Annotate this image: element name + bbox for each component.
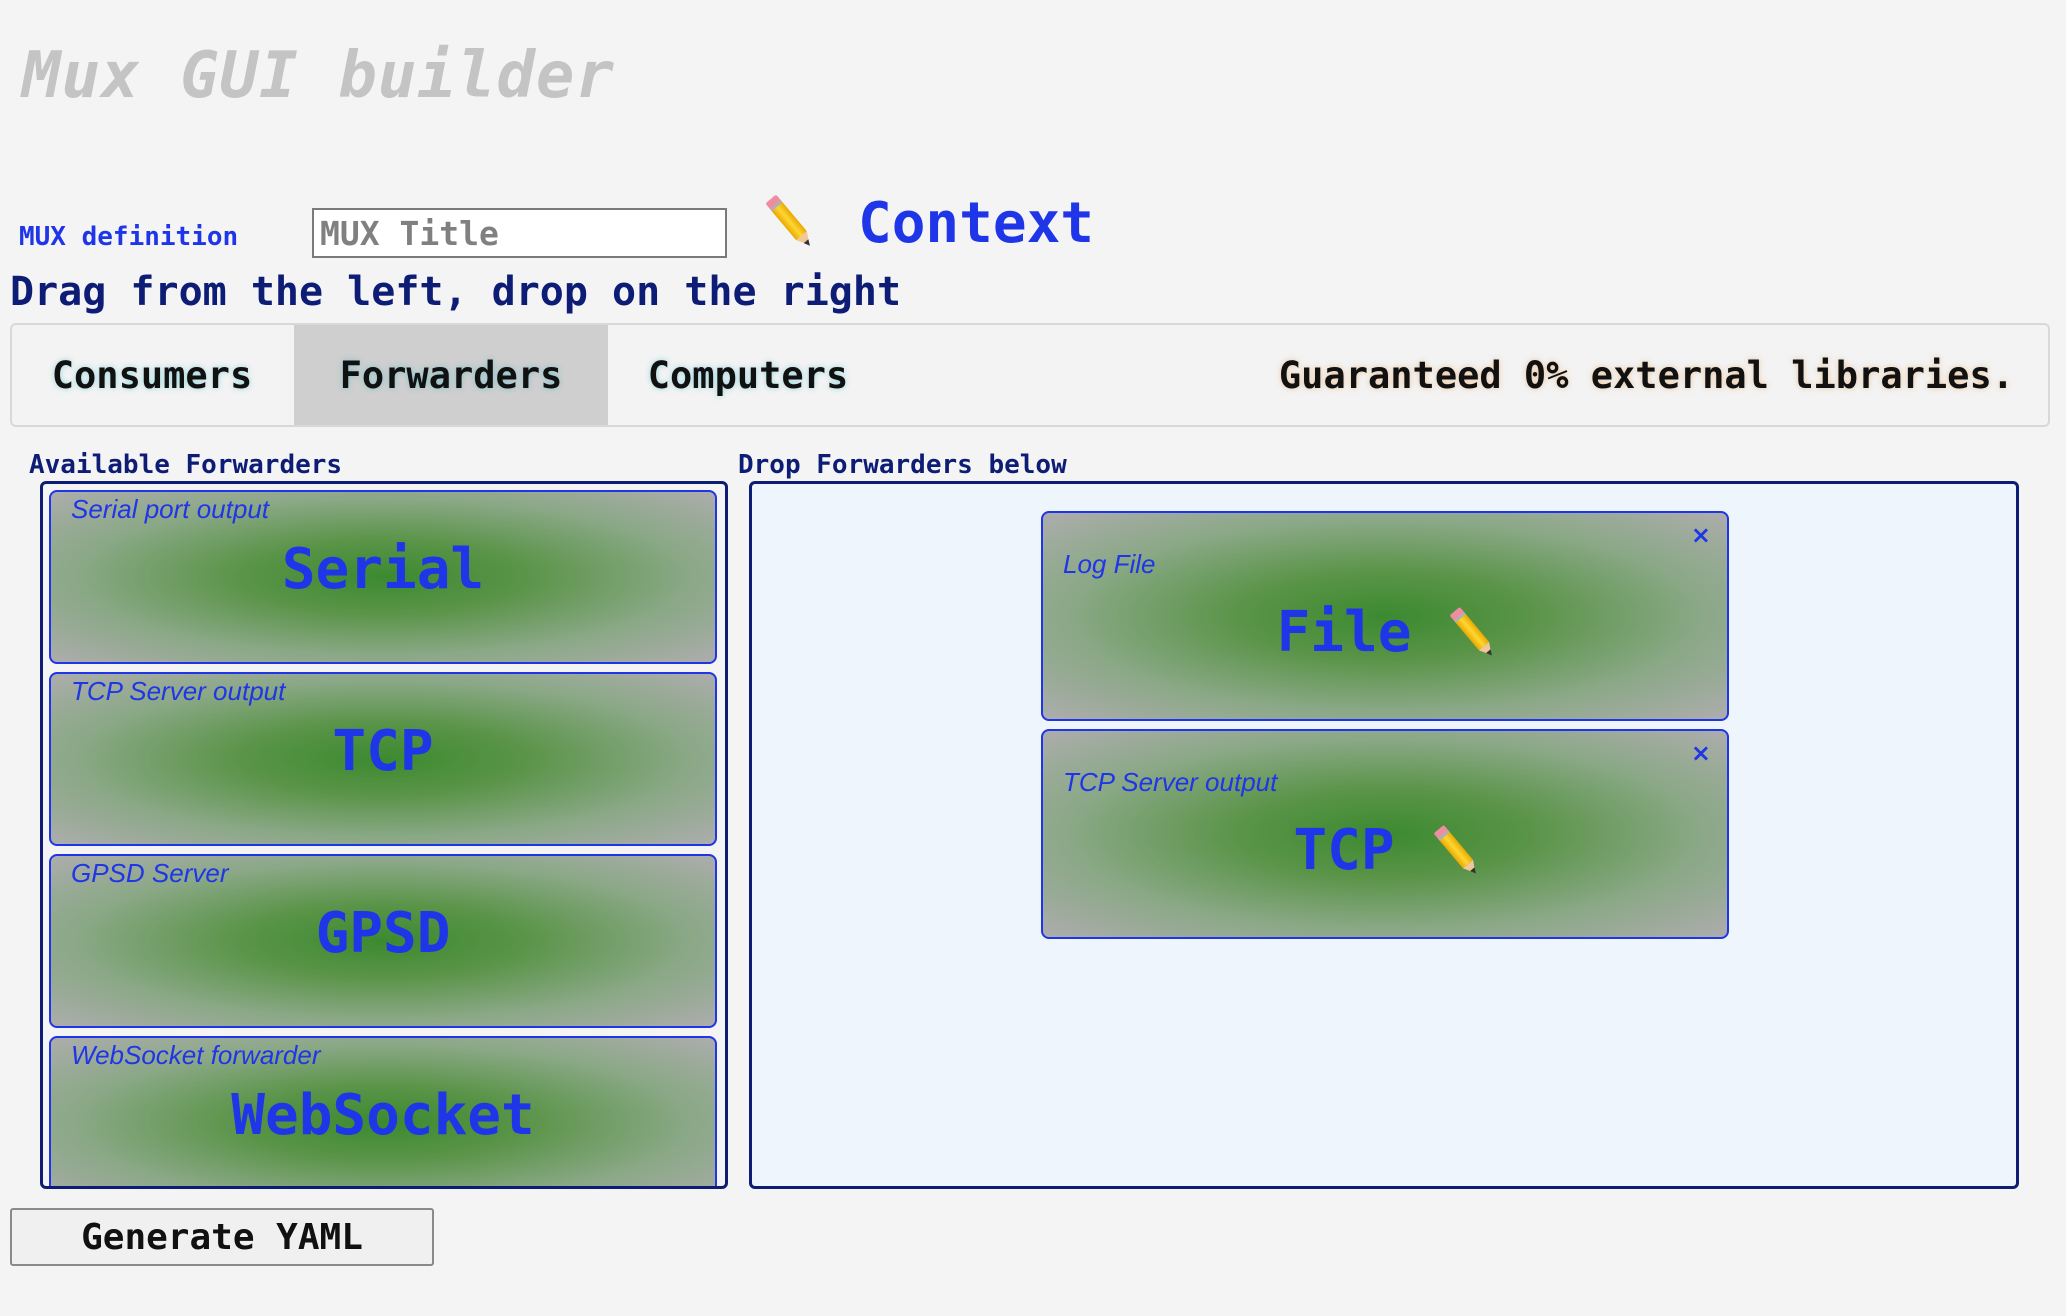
forwarder-card-websocket[interactable]: WebSocket forwarder WebSocket: [49, 1036, 717, 1186]
card-subtitle: WebSocket forwarder: [71, 1040, 321, 1070]
drop-forwarders-panel[interactable]: × Log File File × TCP Server output TCP: [749, 481, 2019, 1189]
dropped-card-file[interactable]: × Log File File: [1041, 511, 1729, 721]
context-link[interactable]: Context: [858, 196, 1094, 252]
card-subtitle: GPSD Server: [71, 858, 229, 888]
app-root: Mux GUI builder MUX definition Context D…: [0, 0, 2066, 1316]
card-subtitle: TCP Server output: [71, 676, 286, 706]
available-forwarders-panel[interactable]: Serial port output Serial TCP Server out…: [40, 481, 728, 1189]
card-name: WebSocket: [231, 1083, 535, 1148]
tab-bar: Consumers Forwarders Computers Guarantee…: [10, 323, 2050, 427]
close-icon[interactable]: ×: [1691, 739, 1711, 767]
mux-title-input[interactable]: [312, 208, 727, 258]
instructions-heading: Drag from the left, drop on the right: [10, 269, 902, 315]
card-subtitle: Serial port output: [71, 494, 270, 524]
close-icon[interactable]: ×: [1691, 521, 1711, 549]
card-subtitle: Log File: [1063, 549, 1156, 579]
pencil-icon[interactable]: [1424, 817, 1490, 885]
card-name: GPSD: [315, 901, 451, 966]
available-forwarders-label: Available Forwarders: [29, 450, 343, 480]
forwarder-card-tcp[interactable]: TCP Server output TCP: [49, 672, 717, 846]
tab-consumers[interactable]: Consumers: [12, 325, 292, 425]
generate-yaml-button[interactable]: Generate YAML: [10, 1208, 434, 1266]
mux-definition-label: MUX definition: [19, 222, 239, 252]
dropped-card-tcp[interactable]: × TCP Server output TCP: [1041, 729, 1729, 939]
pencil-icon[interactable]: [755, 186, 824, 258]
tagline: Guaranteed 0% external libraries.: [1278, 353, 2014, 397]
card-name: TCP: [332, 719, 434, 784]
tab-forwarders[interactable]: Forwarders: [294, 325, 608, 425]
card-name: TCP: [1293, 818, 1395, 883]
app-title: Mux GUI builder: [22, 39, 615, 113]
card-subtitle: TCP Server output: [1063, 767, 1278, 797]
forwarder-card-gpsd[interactable]: GPSD Server GPSD: [49, 854, 717, 1028]
forwarder-card-serial[interactable]: Serial port output Serial: [49, 490, 717, 664]
card-name: Serial: [281, 537, 485, 602]
drop-forwarders-label: Drop Forwarders below: [738, 450, 1067, 480]
pencil-icon[interactable]: [1441, 599, 1507, 667]
tab-computers[interactable]: Computers: [608, 325, 888, 425]
card-name: File: [1276, 600, 1412, 665]
